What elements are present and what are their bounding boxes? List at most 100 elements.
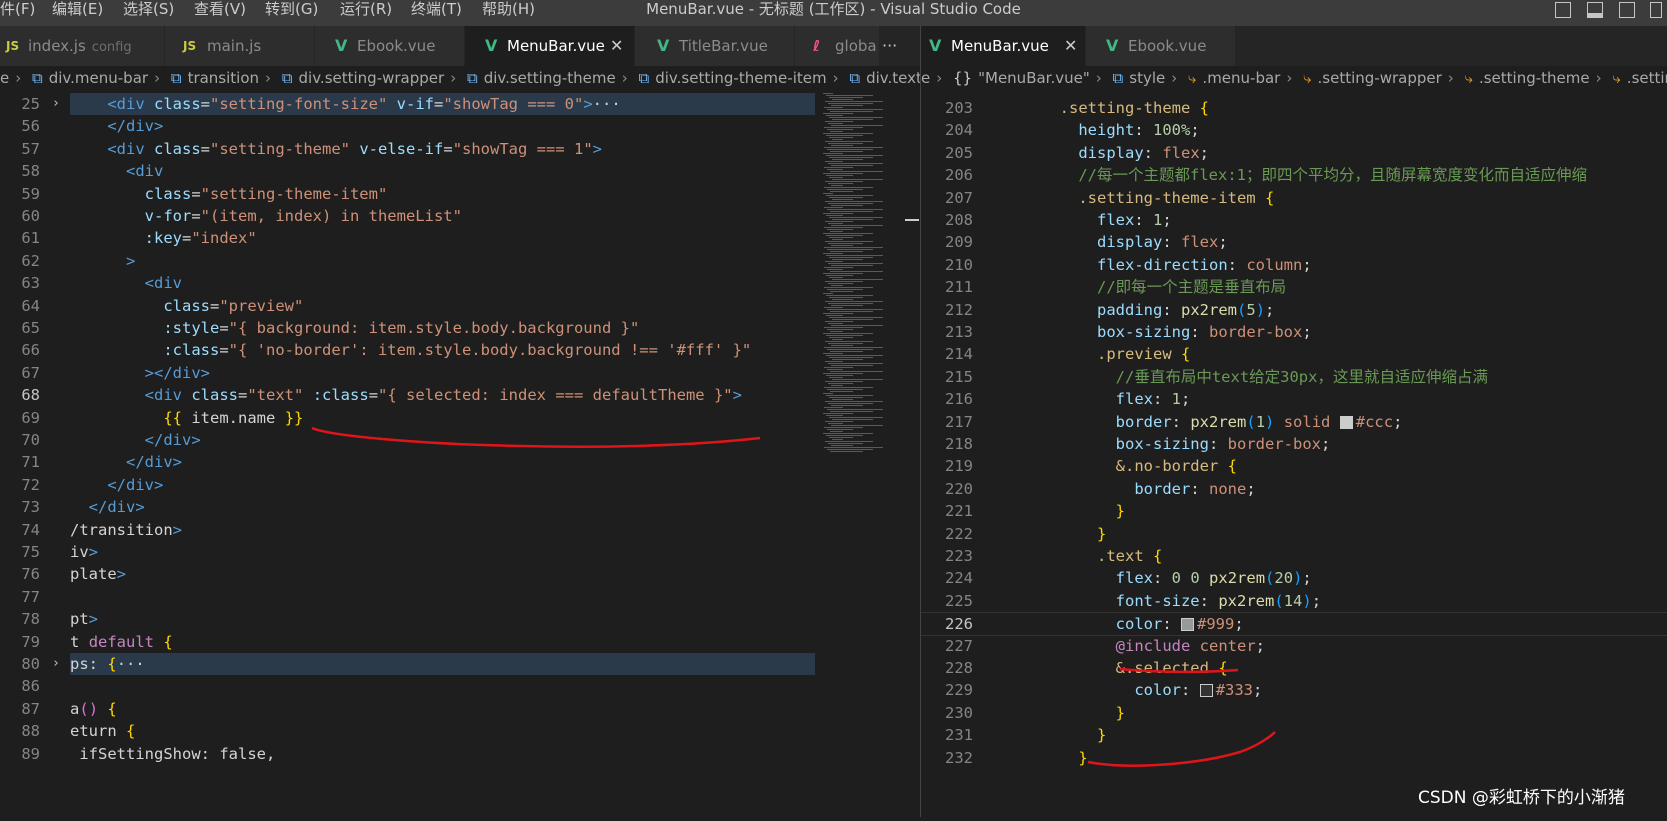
code-line[interactable]: 224 flex: 0 0 px2rem(20); [921, 567, 1667, 589]
code-line[interactable]: 76 plate> [0, 563, 815, 585]
code-line[interactable]: 87 a() { [0, 698, 815, 720]
code-line[interactable]: 204 height: 100%; [921, 119, 1667, 141]
code-line[interactable]: 212 padding: px2rem(5); [921, 299, 1667, 321]
breadcrumb-item[interactable]: .setting-theme [1479, 69, 1590, 87]
code-line[interactable]: 231 } [921, 724, 1667, 746]
code-line[interactable]: 70 </div> [0, 429, 815, 451]
code-line[interactable]: 232 } [921, 747, 1667, 769]
code-line[interactable]: 203 .setting-theme { [921, 97, 1667, 119]
breadcrumb-item[interactable]: div.setting-theme [484, 69, 616, 87]
close-icon[interactable]: ✕ [610, 26, 623, 66]
code-line[interactable]: 230 } [921, 702, 1667, 724]
code-line[interactable]: 74/transition> [0, 519, 815, 541]
code-line[interactable]: 210 flex-direction: column; [921, 254, 1667, 276]
code-line[interactable]: 209 display: flex; [921, 231, 1667, 253]
code-line[interactable]: 225 font-size: px2rem(14); [921, 590, 1667, 612]
code-line[interactable]: 73 </div> [0, 496, 815, 518]
toggle-secondary-sidebar-icon[interactable] [1619, 2, 1635, 18]
code-line[interactable]: 89 ifSettingShow: false, [0, 743, 815, 765]
code-line[interactable]: 228 &.selected { [921, 657, 1667, 679]
code-line[interactable]: 227 @include center; [921, 635, 1667, 657]
color-swatch[interactable] [1199, 684, 1213, 698]
code-line[interactable]: 223 .text { [921, 545, 1667, 567]
code-line[interactable]: 67 ></div> [0, 362, 815, 384]
customize-layout-icon[interactable] [1650, 2, 1662, 18]
code-line[interactable]: 25 › <div class="setting-font-size" v-if=… [0, 93, 815, 115]
left-code-editor[interactable]: 25 › <div class="setting-font-size" v-if=… [0, 91, 815, 817]
code-line[interactable]: 65 :style="{ background: item.style.body… [0, 317, 815, 339]
code-line[interactable]: 75 iv> [0, 541, 815, 563]
code-line[interactable]: 72 </div> [0, 474, 815, 496]
color-swatch[interactable] [1181, 618, 1195, 632]
code-line[interactable]: 222 } [921, 523, 1667, 545]
code-line[interactable]: 78 pt> [0, 608, 815, 630]
color-swatch[interactable] [1339, 415, 1353, 429]
tab-ebook-vue[interactable]: V Ebook.vue [315, 26, 465, 66]
code-line[interactable]: 205 display: flex; [921, 142, 1667, 164]
breadcrumb-item[interactable]: .setting-wrapper [1318, 69, 1442, 87]
code-line[interactable]: 206 //每一个主题都flex:1；即四个平均分，且随屏幕宽度变化而自适应伸缩 [921, 164, 1667, 186]
breadcrumb-item[interactable]: div.text [866, 69, 920, 87]
breadcrumb-item[interactable]: div.setting-wrapper [299, 69, 445, 87]
code-line[interactable]: 56 </div> [0, 115, 815, 137]
breadcrumb-item[interactable]: .settin [1627, 69, 1667, 87]
code-line[interactable]: 229 color: #333; [921, 679, 1667, 701]
code-line[interactable]: 214 .preview { [921, 343, 1667, 365]
code-line[interactable]: 62 > [0, 250, 815, 272]
tab-global[interactable]: ℓ globa [795, 26, 880, 66]
code-line[interactable]: 88 eturn { [0, 720, 815, 742]
scrollbar-indicator[interactable] [905, 219, 919, 221]
breadcrumb-item[interactable]: e [0, 69, 9, 87]
breadcrumb-item[interactable]: e [921, 69, 930, 87]
code-line[interactable]: 60 v-for="(item, index) in themeList" [0, 205, 815, 227]
tab-menubar-vue[interactable]: V MenuBar.vue ✕ [465, 26, 635, 66]
tab-menubar-vue-right[interactable]: V MenuBar.vue ✕ [921, 26, 1086, 66]
code-line[interactable]: 207 .setting-theme-item { [921, 187, 1667, 209]
right-code-editor[interactable]: 203 .setting-theme {204 height: 100%; 205… [921, 91, 1667, 817]
close-icon[interactable]: ✕ [1064, 26, 1077, 66]
code-line[interactable]: 69 {{ item.name }} [0, 407, 815, 429]
code-line[interactable]: 208 flex: 1; [921, 209, 1667, 231]
code-line[interactable]: 219 &.no-border { [921, 455, 1667, 477]
breadcrumb-item[interactable]: style [1129, 69, 1165, 87]
tab-label: TitleBar.vue [679, 37, 768, 55]
code-line[interactable]: 217 border: px2rem(1) solid #ccc; [921, 411, 1667, 433]
code-line[interactable]: 64 class="preview" [0, 295, 815, 317]
code-line[interactable]: 59 class="setting-theme-item" [0, 183, 815, 205]
code-line[interactable]: 58 <div [0, 160, 815, 182]
toggle-sidebar-icon[interactable] [1555, 2, 1571, 18]
tab-index-js[interactable]: JS index.js config [0, 26, 165, 66]
breadcrumb-item[interactable]: transition [188, 69, 259, 87]
breadcrumb-item[interactable]: "MenuBar.vue" [978, 69, 1090, 87]
fold-chevron-icon[interactable]: › [52, 93, 60, 115]
code-line[interactable]: 68 <div class="text" :class="{ selected:… [0, 384, 815, 406]
code-line[interactable]: 61 :key="index" [0, 227, 815, 249]
code-line[interactable] [0, 765, 815, 787]
code-line[interactable]: 218 box-sizing: border-box; [921, 433, 1667, 455]
code-line[interactable]: 211 //即每一个主题是垂直布局 [921, 276, 1667, 298]
code-line[interactable]: 220 border: none; [921, 478, 1667, 500]
code-line[interactable]: 215 //垂直布局中text给定30px，这里就自适应伸缩占满 [921, 366, 1667, 388]
code-line[interactable]: 86 [0, 675, 815, 697]
tab-ebook-vue-right[interactable]: V Ebook.vue [1086, 26, 1236, 66]
code-line[interactable]: 66 :class="{ 'no-border': item.style.bod… [0, 339, 815, 361]
breadcrumb-item[interactable]: div.setting-theme-item [655, 69, 826, 87]
code-line[interactable]: 63 <div [0, 272, 815, 294]
code-line[interactable]: 80 › ps: {··· [0, 653, 815, 675]
code-line[interactable]: 221 } [921, 500, 1667, 522]
tab-main-js[interactable]: JS main.js [165, 26, 315, 66]
code-line[interactable]: 226 color: #999; [921, 612, 1667, 637]
more-actions-icon[interactable]: ··· [882, 26, 897, 66]
code-line[interactable]: 79 t default { [0, 631, 815, 653]
code-line[interactable]: 77 [0, 586, 815, 608]
tab-titlebar-vue[interactable]: V TitleBar.vue [635, 26, 795, 66]
code-line[interactable]: 213 box-sizing: border-box; [921, 321, 1667, 343]
code-line[interactable]: 71 </div> [0, 451, 815, 473]
code-line[interactable]: 57 <div class="setting-theme" v-else-if=… [0, 138, 815, 160]
breadcrumb-item[interactable]: .menu-bar [1202, 69, 1280, 87]
breadcrumb-item[interactable]: div.menu-bar [49, 69, 148, 87]
fold-chevron-icon[interactable]: › [52, 653, 60, 675]
toggle-panel-icon[interactable] [1587, 2, 1603, 18]
left-minimap[interactable] [815, 91, 920, 817]
code-line[interactable]: 216 flex: 1; [921, 388, 1667, 410]
